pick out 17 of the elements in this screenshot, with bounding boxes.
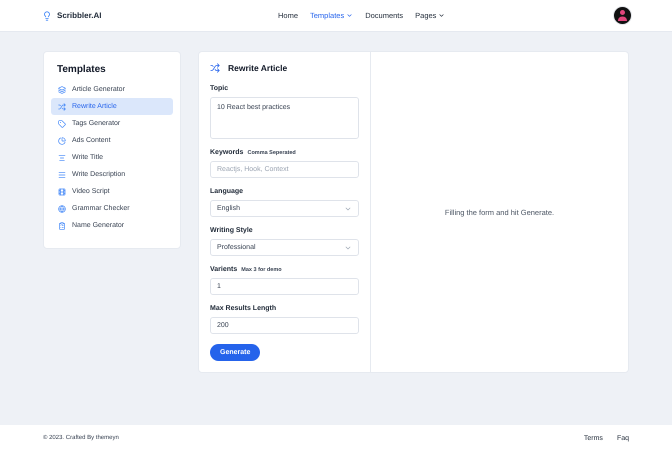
shuffle-icon (210, 63, 220, 73)
lines-icon (58, 154, 66, 162)
form-title: Rewrite Article (228, 63, 288, 73)
sidebar-title: Templates (57, 64, 107, 75)
brand-name: Scribbler.AI (57, 11, 102, 20)
clipboard-icon (58, 222, 66, 230)
lightbulb-icon (42, 10, 52, 20)
shuffle-icon (58, 102, 66, 110)
globe-icon (58, 204, 66, 212)
caret-icon (346, 12, 354, 19)
pie-chart-icon (58, 136, 66, 144)
lines-icon (58, 170, 66, 178)
avatar[interactable] (613, 6, 632, 25)
layers-icon (58, 86, 66, 94)
tag-icon (58, 120, 66, 128)
film-icon (58, 188, 66, 196)
caret-icon (438, 12, 446, 19)
